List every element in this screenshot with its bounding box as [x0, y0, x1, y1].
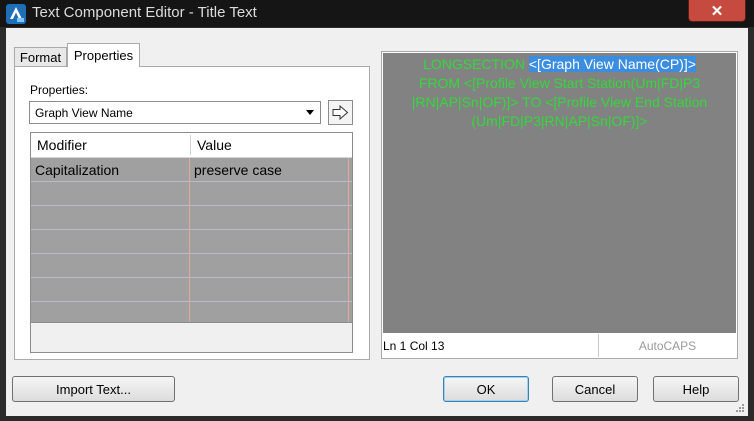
grid-footer	[31, 322, 352, 352]
column-divider	[189, 158, 190, 322]
table-row[interactable]	[31, 230, 352, 254]
autocaps-status[interactable]: AutoCAPS	[600, 334, 735, 357]
properties-label: Properties:	[30, 83, 89, 97]
autocad-app-icon	[6, 4, 26, 24]
window-title: Text Component Editor - Title Text	[32, 4, 257, 21]
modifier-grid: Modifier Value Capitalization preserve c…	[30, 132, 353, 353]
column-divider	[348, 158, 349, 322]
text-editor[interactable]: LONGSECTION <[Graph View Name(CP)]> FROM…	[383, 53, 736, 333]
cell-value[interactable]: preserve case	[194, 158, 282, 181]
close-icon: ✕	[710, 2, 724, 20]
table-row[interactable]	[31, 206, 352, 230]
grid-header: Modifier Value	[31, 133, 352, 158]
tab-properties[interactable]: Properties	[67, 43, 140, 67]
selected-field-text[interactable]: <[Graph View Name(CP)]>	[528, 56, 696, 72]
ok-button[interactable]: OK	[443, 376, 529, 402]
help-button[interactable]: Help	[653, 376, 739, 402]
table-row[interactable]	[31, 254, 352, 278]
editor-line-1: LONGSECTION <[Graph View Name(CP)]>	[386, 55, 733, 74]
table-row[interactable]: Capitalization preserve case	[31, 158, 352, 182]
dialog-window: Text Component Editor - Title Text ✕ For…	[0, 0, 754, 421]
column-divider	[190, 135, 191, 155]
editor-content[interactable]: LONGSECTION <[Graph View Name(CP)]> FROM…	[386, 55, 733, 131]
table-row[interactable]	[31, 182, 352, 206]
status-divider	[598, 334, 599, 357]
insert-property-button[interactable]	[328, 100, 353, 125]
properties-selected-value: Graph View Name	[35, 105, 133, 120]
import-text-button[interactable]: Import Text...	[12, 376, 175, 402]
close-button[interactable]: ✕	[688, 0, 746, 22]
table-row[interactable]	[31, 278, 352, 302]
editor-line-3: |RN|AP|Sn|OF)]> TO <[Profile View End St…	[411, 94, 708, 110]
properties-panel: Properties: Graph View Name Modifier Val…	[14, 66, 370, 360]
chevron-down-icon	[306, 110, 314, 115]
title-bar[interactable]: Text Component Editor - Title Text ✕	[0, 0, 754, 27]
dialog-client: Format Properties Properties: Graph View…	[6, 28, 748, 416]
column-header-value[interactable]: Value	[197, 133, 347, 157]
arrow-right-icon	[332, 105, 349, 120]
resize-grip-icon[interactable]	[735, 403, 745, 413]
cursor-position-status: Ln 1 Col 13	[383, 338, 445, 353]
column-header-modifier[interactable]: Modifier	[37, 133, 187, 157]
cell-modifier[interactable]: Capitalization	[35, 158, 119, 181]
editor-text-plain: LONGSECTION	[423, 56, 529, 72]
editor-line-2: FROM <[Profile View Start Station(Um|FD|…	[418, 75, 701, 91]
cancel-button[interactable]: Cancel	[552, 376, 638, 402]
text-editor-panel: LONGSECTION <[Graph View Name(CP)]> FROM…	[381, 51, 738, 359]
properties-dropdown[interactable]: Graph View Name	[29, 101, 321, 124]
editor-line-4: (Um|FD|P3|RN|AP|Sn|OF)]>	[471, 113, 648, 129]
tab-format[interactable]: Format	[14, 47, 67, 67]
grid-body: Capitalization preserve case	[31, 158, 352, 326]
